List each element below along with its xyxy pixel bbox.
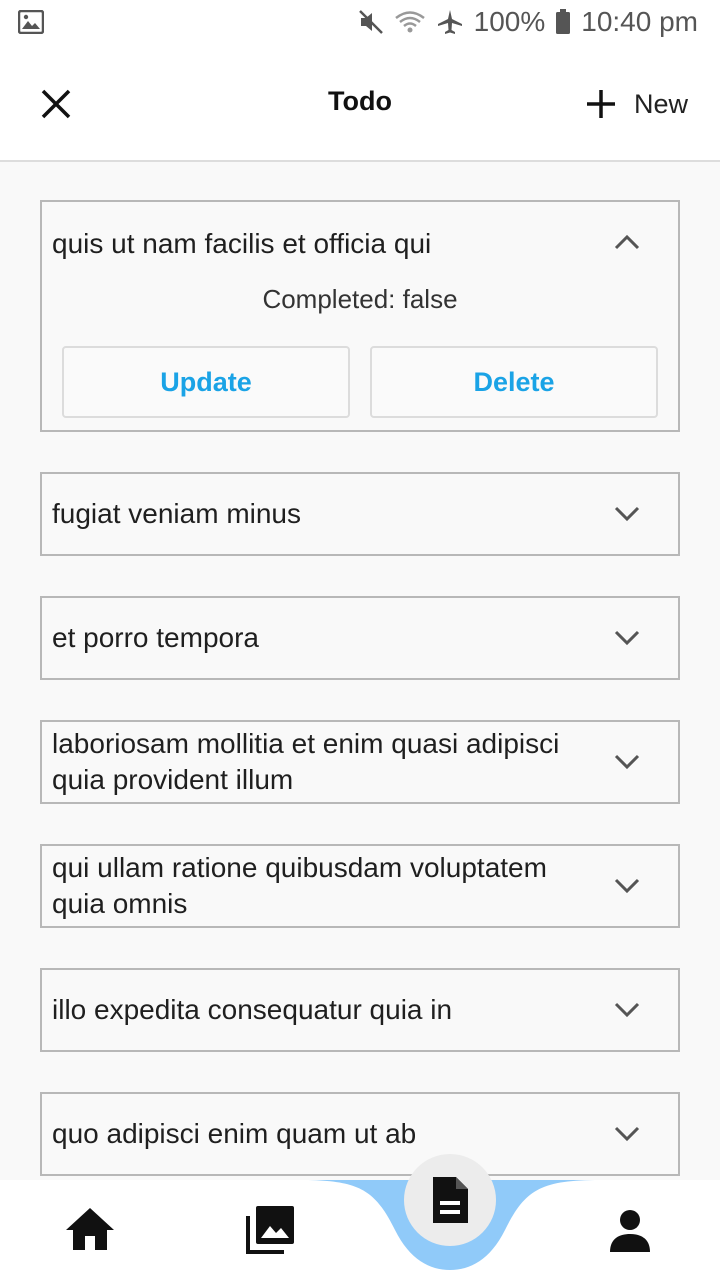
- document-icon: [433, 1177, 468, 1223]
- home-icon: [66, 1208, 114, 1250]
- delete-button[interactable]: Delete: [370, 346, 658, 418]
- chevron-down-icon[interactable]: [614, 630, 640, 646]
- todo-item[interactable]: laboriosam mollitia et enim quasi adipis…: [40, 720, 680, 804]
- todo-title: quis ut nam facilis et officia qui: [52, 228, 432, 259]
- todo-title: et porro tempora: [52, 622, 259, 653]
- todo-item[interactable]: quis ut nam facilis et officia qui Compl…: [40, 200, 680, 432]
- nav-documents[interactable]: [404, 1154, 496, 1246]
- chevron-up-icon[interactable]: [614, 234, 640, 250]
- bottom-navigation: [0, 1180, 720, 1280]
- chevron-down-icon[interactable]: [614, 506, 640, 522]
- todo-item[interactable]: quo adipisci enim quam ut ab: [40, 1092, 680, 1176]
- person-icon: [610, 1210, 650, 1252]
- nav-profile[interactable]: [608, 1208, 652, 1257]
- airplane-icon: [436, 8, 464, 36]
- todo-title: fugiat veniam minus: [52, 498, 302, 529]
- mute-icon: [358, 9, 384, 35]
- status-bar: 100% 10:40 pm: [0, 0, 720, 48]
- update-button[interactable]: Update: [62, 346, 350, 418]
- todo-item[interactable]: et porro tempora: [40, 596, 680, 680]
- todo-item[interactable]: fugiat veniam minus: [40, 472, 680, 556]
- plus-icon: [586, 90, 615, 118]
- todo-title: illo expedita consequatur quia in: [52, 994, 453, 1025]
- chevron-down-icon[interactable]: [614, 754, 640, 770]
- app-bar: Todo New: [0, 48, 720, 162]
- battery-icon: [555, 9, 571, 35]
- chevron-down-icon[interactable]: [614, 878, 640, 894]
- todo-list: quis ut nam facilis et officia qui Compl…: [40, 200, 680, 1216]
- nav-gallery[interactable]: [244, 1204, 296, 1261]
- todo-item[interactable]: qui ullam ratione quibusdam voluptatem q…: [40, 844, 680, 928]
- clock: 10:40 pm: [581, 6, 698, 37]
- gallery-icon: [246, 1206, 294, 1254]
- chevron-down-icon[interactable]: [614, 1002, 640, 1018]
- nav-home[interactable]: [64, 1206, 116, 1257]
- todo-title: laboriosam mollitia et enim quasi adipis…: [52, 728, 560, 795]
- new-button-label: New: [633, 88, 688, 119]
- image-icon: [18, 10, 44, 34]
- todo-title: quo adipisci enim quam ut ab: [52, 1118, 417, 1149]
- wifi-icon: [394, 9, 426, 35]
- todo-title: qui ullam ratione quibusdam voluptatem q…: [52, 852, 547, 919]
- new-button[interactable]: New: [584, 78, 688, 130]
- todo-item[interactable]: illo expedita consequatur quia in: [40, 968, 680, 1052]
- completed-status: Completed: false: [262, 284, 458, 314]
- battery-percent: 100%: [473, 6, 546, 37]
- chevron-down-icon[interactable]: [614, 1126, 640, 1142]
